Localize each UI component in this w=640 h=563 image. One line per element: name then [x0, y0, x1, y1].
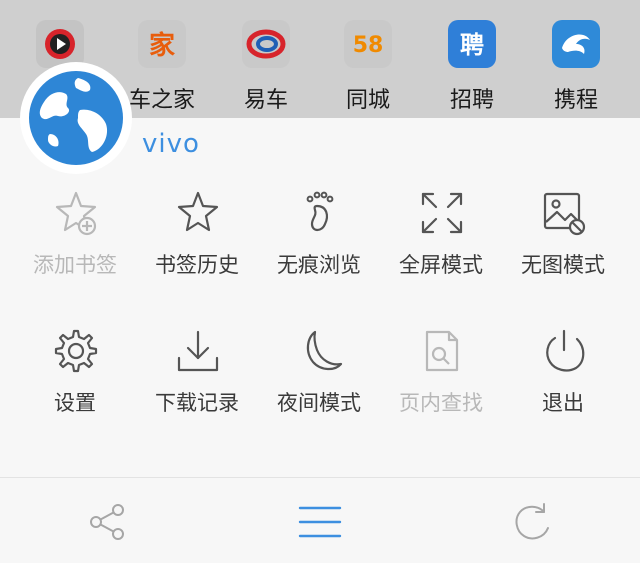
menu-bookmark-history[interactable]: 书签历史 [137, 190, 257, 290]
menu-label: 页内查找 [399, 391, 483, 415]
dolphin-travel-icon [552, 20, 600, 68]
menu-downloads[interactable]: 下载记录 [137, 328, 257, 428]
easy-car-icon [242, 20, 290, 68]
menu-incognito[interactable]: 无痕浏览 [259, 190, 379, 290]
fullscreen-icon [421, 192, 463, 234]
menu-night-mode[interactable]: 夜间模式 [259, 328, 379, 428]
moon-icon [306, 330, 343, 371]
menu-label: 全屏模式 [399, 253, 483, 277]
menu-label: 书签历史 [155, 253, 239, 277]
video-app-icon [36, 20, 84, 68]
shortcut-ctrip[interactable]: 携程 [526, 20, 626, 116]
menu-label: 设置 [54, 391, 96, 415]
58-city-icon: 58 [344, 20, 392, 68]
menu-label: 夜间模式 [277, 391, 361, 415]
vivo-logo: vivo [142, 130, 200, 156]
shortcut-recruit[interactable]: 聘 招聘 [422, 20, 522, 116]
recruit-tile-text: 聘 [460, 31, 484, 59]
no-image-icon [543, 192, 586, 236]
find-in-page-icon [425, 330, 459, 372]
menu-find-in-page[interactable]: 页内查找 [381, 328, 501, 428]
share-icon[interactable] [86, 500, 130, 544]
add-bookmark-icon [55, 191, 97, 236]
power-icon [546, 329, 585, 372]
menu-label: 无图模式 [521, 253, 605, 277]
home-car-icon: 家 [138, 20, 186, 68]
recruit-icon: 聘 [448, 20, 496, 68]
download-icon [177, 330, 219, 372]
home-tile-text: 家 [149, 30, 175, 61]
menu-no-image[interactable]: 无图模式 [503, 190, 623, 290]
star-icon [177, 191, 219, 232]
browser-logo [20, 62, 132, 174]
shortcut-label: 招聘 [449, 88, 494, 113]
menu-add-bookmark[interactable]: 添加书签 [15, 190, 135, 290]
gear-icon [54, 329, 98, 373]
shortcut-label: 易车 [243, 88, 288, 113]
footprint-icon [306, 191, 334, 232]
shortcut-label: 同城 [345, 88, 390, 113]
menu-label: 无痕浏览 [277, 253, 361, 277]
globe-icon [29, 71, 123, 165]
refresh-icon[interactable] [510, 500, 554, 544]
bottom-divider [0, 477, 640, 478]
shortcut-yiche[interactable]: 易车 [216, 20, 316, 116]
menu-exit[interactable]: 退出 [503, 328, 623, 428]
menu-icon[interactable] [298, 500, 342, 544]
shortcut-label: 携程 [553, 88, 598, 113]
menu-fullscreen[interactable]: 全屏模式 [381, 190, 501, 290]
shortcut-58[interactable]: 58 同城 [318, 20, 418, 116]
menu-settings[interactable]: 设置 [15, 328, 135, 428]
browser-menu-screen: 家 车之家 易车 58 同城 聘 招聘 携程 vivo 添加书签 书签历史 无痕… [0, 0, 640, 563]
city-tile-text: 58 [353, 33, 384, 58]
menu-label: 下载记录 [155, 391, 239, 415]
menu-label: 添加书签 [33, 253, 117, 277]
brand-name: vivo [142, 130, 200, 156]
menu-label: 退出 [542, 391, 584, 415]
